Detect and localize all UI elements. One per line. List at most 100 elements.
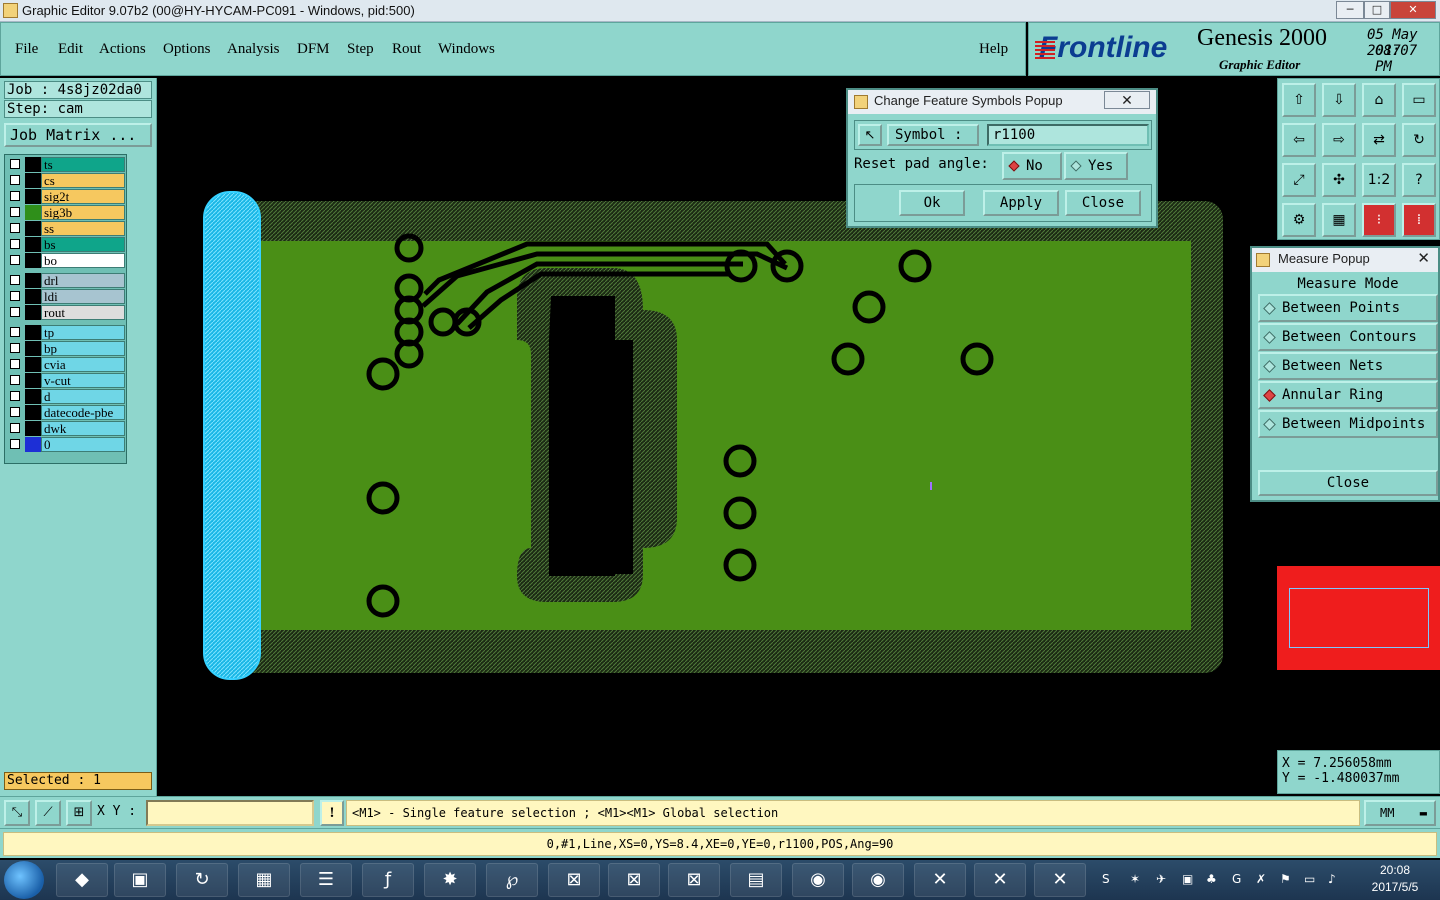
measure-tool-icon[interactable]: ⟋ <box>35 800 61 826</box>
help-icon[interactable]: ? <box>1402 163 1436 197</box>
cfs-close-x[interactable]: ✕ <box>1104 91 1150 109</box>
system-clock[interactable]: 20:08 2017/5/5 <box>1350 862 1440 896</box>
layer-name[interactable]: tp <box>41 325 125 340</box>
layer-checkbox[interactable] <box>10 407 20 417</box>
pan-down-icon[interactable]: ⇩ <box>1322 83 1356 117</box>
measure-option-annular-ring[interactable]: Annular Ring <box>1258 381 1438 409</box>
ok-button[interactable]: Ok <box>899 190 965 216</box>
p-app-icon[interactable]: ℘ <box>486 863 538 897</box>
measure-option-between-midpoints[interactable]: Between Midpoints <box>1258 410 1438 438</box>
menu-file[interactable]: File <box>15 41 38 58</box>
settings-icon[interactable]: ⚙ <box>1282 203 1316 237</box>
layer-name[interactable]: cs <box>41 173 125 188</box>
layer-row[interactable]: 0 <box>7 437 126 452</box>
shell-app-icon[interactable]: ✸ <box>424 863 476 897</box>
reset-angle-no[interactable]: No <box>1002 152 1062 180</box>
layer-row[interactable]: tp <box>7 325 126 340</box>
layer-checkbox[interactable] <box>10 439 20 449</box>
layer-row[interactable]: bo <box>7 253 126 268</box>
layer-name[interactable]: datecode-pbe <box>41 405 125 420</box>
measure-close-x[interactable]: ✕ <box>1417 248 1430 270</box>
layer-name[interactable]: rout <box>41 305 125 320</box>
mirror-icon[interactable]: ⇄ <box>1362 123 1396 157</box>
pick-symbol-icon[interactable]: ↖ <box>858 124 882 146</box>
measure-option-between-points[interactable]: Between Points <box>1258 294 1438 322</box>
minimize-button[interactable]: ─ <box>1336 1 1364 19</box>
layer-row[interactable]: ldi <box>7 289 126 304</box>
center-icon[interactable]: ✣ <box>1322 163 1356 197</box>
genesis-app-icon-2[interactable]: ✕ <box>974 863 1026 897</box>
layer-row[interactable]: ts <box>7 157 126 172</box>
layer-checkbox[interactable] <box>10 327 20 337</box>
xy-input[interactable] <box>146 800 314 826</box>
layer-row[interactable]: cvia <box>7 357 126 372</box>
measure-option-between-contours[interactable]: Between Contours <box>1258 323 1438 351</box>
layer-checkbox[interactable] <box>10 391 20 401</box>
warning-icon[interactable]: ! <box>320 800 344 826</box>
symbol-label[interactable]: Symbol : <box>887 124 979 146</box>
excel-app-icon-3[interactable]: ⊠ <box>668 863 720 897</box>
tray-icon-2[interactable]: ✈ <box>1156 872 1166 886</box>
layer-name[interactable]: dwk <box>41 421 125 436</box>
pan-left-icon[interactable]: ⇦ <box>1282 123 1316 157</box>
layer-checkbox[interactable] <box>10 291 20 301</box>
layer-name[interactable]: ss <box>41 221 125 236</box>
tray-icon-3[interactable]: ▣ <box>1182 872 1193 886</box>
layer-checkbox[interactable] <box>10 307 20 317</box>
start-button[interactable] <box>4 861 44 899</box>
pdf-app-icon[interactable]: ▤ <box>730 863 782 897</box>
maximize-button[interactable]: □ <box>1364 1 1390 19</box>
menu-edit[interactable]: Edit <box>58 41 83 58</box>
apply-button[interactable]: Apply <box>983 190 1059 216</box>
grid-icon[interactable]: ▦ <box>1322 203 1356 237</box>
excel-app-icon-2[interactable]: ⊠ <box>608 863 660 897</box>
layer-row[interactable]: d <box>7 389 126 404</box>
layer-name[interactable]: ldi <box>41 289 125 304</box>
layer-checkbox[interactable] <box>10 191 20 201</box>
layer-name[interactable]: bp <box>41 341 125 356</box>
refresh-app-icon[interactable]: ↻ <box>176 863 228 897</box>
layer-checkbox[interactable] <box>10 223 20 233</box>
layer-name[interactable]: drl <box>41 273 125 288</box>
genesis-app-icon-3[interactable]: ✕ <box>1034 863 1086 897</box>
layer-checkbox[interactable] <box>10 175 20 185</box>
layer-checkbox[interactable] <box>10 375 20 385</box>
tray-icon-6[interactable]: ✗ <box>1256 872 1266 886</box>
layer-row[interactable]: bs <box>7 237 126 252</box>
layer-row[interactable]: datecode-pbe <box>7 405 126 420</box>
layer-name[interactable]: v-cut <box>41 373 125 388</box>
layer-row[interactable]: v-cut <box>7 373 126 388</box>
eye-app-icon-2[interactable]: ◉ <box>852 863 904 897</box>
menu-analysis[interactable]: Analysis <box>227 41 280 58</box>
window-icon[interactable]: ▭ <box>1402 83 1436 117</box>
layer-row[interactable]: rout <box>7 305 126 320</box>
rotate-icon[interactable]: ↻ <box>1402 123 1436 157</box>
save-app-icon[interactable]: ▣ <box>114 863 166 897</box>
menu-rout[interactable]: Rout <box>392 41 421 58</box>
close-window-button[interactable]: ✕ <box>1390 1 1436 19</box>
menu-windows[interactable]: Windows <box>438 41 495 58</box>
layer-name[interactable]: d <box>41 389 125 404</box>
layer-checkbox[interactable] <box>10 239 20 249</box>
job-matrix-button[interactable]: Job Matrix ... <box>4 123 152 147</box>
layer-row[interactable]: ss <box>7 221 126 236</box>
excel-app-icon[interactable]: ⊠ <box>548 863 600 897</box>
notes-app-icon[interactable]: ☰ <box>300 863 352 897</box>
menu-options[interactable]: Options <box>163 41 211 58</box>
layer-name[interactable]: bs <box>41 237 125 252</box>
eye-app-icon[interactable]: ◉ <box>792 863 844 897</box>
layer-name[interactable]: sig3b <box>41 205 125 220</box>
f-app-icon[interactable]: ƒ <box>362 863 414 897</box>
layer-checkbox[interactable] <box>10 423 20 433</box>
flag-icon[interactable]: ⚑ <box>1280 872 1291 886</box>
overview-map[interactable] <box>1277 566 1440 670</box>
measure-option-between-nets[interactable]: Between Nets <box>1258 352 1438 380</box>
layer-checkbox[interactable] <box>10 275 20 285</box>
zoom-area-icon[interactable]: ⤡ <box>4 800 30 826</box>
snap-alt-icon[interactable]: ⁞ <box>1402 203 1436 237</box>
snap-icon[interactable]: ⁝ <box>1362 203 1396 237</box>
layer-row[interactable]: cs <box>7 173 126 188</box>
selected-edge-feature[interactable] <box>203 191 261 680</box>
symbol-input[interactable]: r1100 <box>987 124 1149 146</box>
layer-row[interactable]: bp <box>7 341 126 356</box>
